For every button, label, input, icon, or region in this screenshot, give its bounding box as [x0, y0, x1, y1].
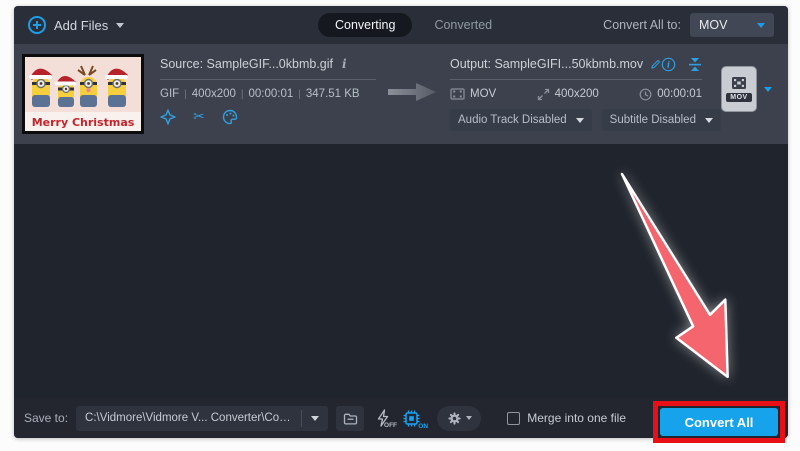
subtitle-dropdown[interactable]: Subtitle Disabled [602, 109, 721, 131]
add-icon [28, 16, 46, 34]
edit-magic-icon[interactable] [160, 109, 176, 125]
source-info-icon[interactable]: i [342, 57, 347, 71]
output-duration-text: 00:00:01 [657, 88, 702, 100]
divider [450, 79, 702, 80]
gear-icon [447, 411, 462, 426]
add-files-button[interactable]: Add Files [28, 16, 124, 34]
output-format-group: MOV [450, 88, 496, 100]
open-folder-button[interactable] [336, 406, 364, 431]
tab-converted[interactable]: Converted [434, 18, 492, 32]
save-to-label: Save to: [24, 411, 68, 425]
source-duration: 00:00:01 [249, 88, 294, 100]
divider [160, 79, 376, 80]
output-duration-group: 00:00:01 [639, 88, 702, 101]
tab-converting[interactable]: Converting [318, 13, 412, 37]
file-thumbnail: Merry Christmas [22, 54, 144, 134]
save-path-value: C:\Vidmore\Vidmore V... Converter\Conver… [76, 412, 301, 424]
merge-option[interactable]: Merge into one file [507, 411, 626, 425]
chevron-down-icon [705, 118, 713, 123]
file-list-item: Merry Christmas Source: SampleGIF...0kbm… [14, 44, 788, 144]
chevron-down-icon [116, 23, 124, 28]
merge-label: Merge into one file [527, 411, 626, 425]
app-window: Add Files Converting Converted Convert A… [14, 6, 788, 438]
merge-checkbox[interactable] [507, 412, 520, 425]
chevron-down-icon [757, 23, 765, 28]
thumbnail-caption: Merry Christmas [32, 116, 135, 129]
cut-icon[interactable]: ✂ [193, 110, 205, 124]
per-file-format-chooser[interactable]: MOV [721, 54, 772, 112]
view-tabs: Converting Converted [318, 6, 492, 44]
output-format-text: MOV [470, 88, 496, 100]
output-file-name: Output: SampleGIFI...50kbmb.mov [450, 57, 643, 71]
chevron-down-icon [311, 416, 319, 421]
transfer-arrow-icon [386, 81, 438, 103]
file-list-area [14, 144, 788, 398]
convert-all-highlight-frame: Convert All [653, 401, 785, 443]
output-resolution-group: 400x200 [537, 88, 599, 101]
audio-track-dropdown[interactable]: Audio Track Disabled [450, 109, 592, 131]
subtitle-value: Subtitle Disabled [610, 114, 696, 126]
top-toolbar: Add Files Converting Converted Convert A… [14, 6, 788, 44]
source-file-name: Source: SampleGIF...0kbmb.gif [160, 57, 333, 71]
gpu-accel-state: ON [418, 423, 428, 430]
audio-track-value: Audio Track Disabled [458, 114, 567, 126]
format-box[interactable]: MOV [721, 66, 757, 112]
collapse-settings-icon[interactable] [688, 57, 702, 72]
convert-all-to-label: Convert All to: [603, 18, 681, 32]
svg-text:i: i [667, 59, 670, 69]
source-format: GIF [160, 88, 179, 100]
clock-icon [639, 88, 652, 101]
resolution-icon [537, 88, 550, 101]
film-strip-icon [731, 76, 747, 90]
bottom-toolbar: Save to: C:\Vidmore\Vidmore V... Convert… [14, 398, 788, 438]
gpu-accel-toggle[interactable]: ON [402, 409, 421, 428]
add-files-label: Add Files [54, 18, 108, 33]
source-resolution: 400x200 [192, 88, 236, 100]
film-icon [450, 88, 465, 100]
format-badge: MOV [726, 93, 751, 102]
chevron-down-icon [466, 416, 472, 420]
settings-button[interactable] [437, 406, 481, 431]
effect-palette-icon[interactable] [222, 109, 238, 125]
output-format-dropdown[interactable]: MOV [690, 13, 774, 37]
output-resolution-text: 400x200 [555, 88, 599, 100]
hw-accel-state: OFF [384, 422, 397, 429]
folder-icon [343, 412, 358, 425]
source-size: 347.51 KB [306, 88, 360, 100]
rename-pencil-icon[interactable] [650, 58, 661, 71]
chevron-down-icon[interactable] [764, 87, 772, 92]
convert-all-button[interactable]: Convert All [660, 408, 778, 436]
highlight-arrow-annotation [602, 172, 747, 412]
output-format-value: MOV [699, 18, 727, 32]
save-path-dropdown[interactable]: C:\Vidmore\Vidmore V... Converter\Conver… [76, 406, 328, 431]
hw-accel-toggle[interactable]: OFF [376, 409, 390, 427]
thumbnail-image: Merry Christmas [25, 57, 141, 131]
output-info-icon[interactable]: i [661, 57, 676, 72]
source-media-info: GIF| 400x200| 00:00:01| 347.51 KB [160, 85, 376, 103]
chevron-down-icon [576, 118, 584, 123]
